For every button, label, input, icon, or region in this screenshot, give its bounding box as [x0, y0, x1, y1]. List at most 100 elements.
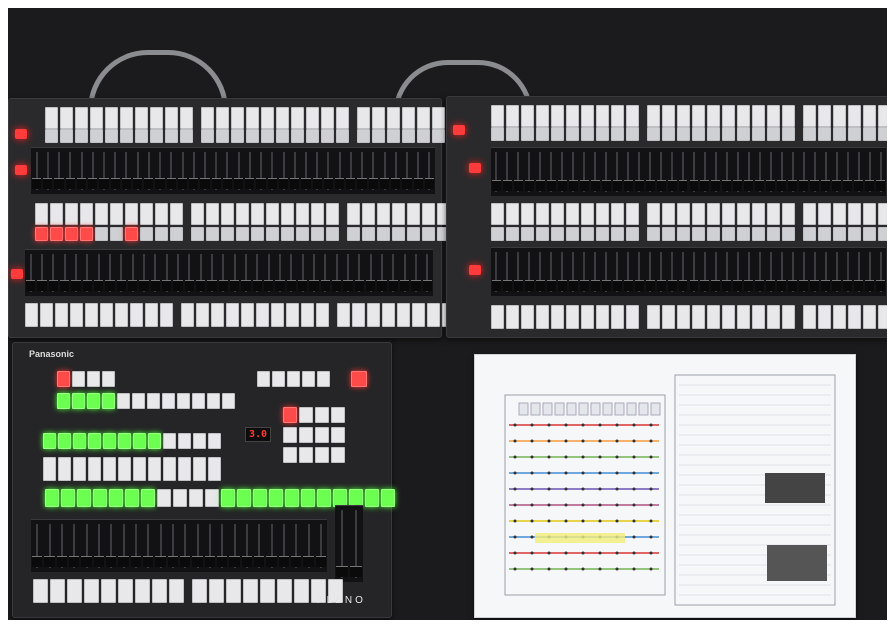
console-key[interactable]: [196, 303, 209, 327]
console-key[interactable]: [611, 227, 624, 241]
console-key[interactable]: [90, 107, 103, 129]
fader-cap[interactable]: [744, 180, 754, 191]
console-key[interactable]: [521, 127, 534, 141]
console-key[interactable]: [707, 105, 720, 127]
console-key[interactable]: [722, 127, 735, 141]
fader-cap[interactable]: [777, 180, 787, 191]
console-key[interactable]: [707, 227, 720, 241]
fader-cap[interactable]: [336, 566, 348, 577]
fader-cap[interactable]: [320, 280, 330, 291]
fader-cap[interactable]: [290, 178, 300, 189]
fader-cap[interactable]: [207, 280, 217, 291]
console-key[interactable]: [833, 227, 846, 241]
console-key[interactable]: [145, 303, 158, 327]
console-key[interactable]: [848, 227, 861, 241]
fader-cap[interactable]: [252, 280, 262, 291]
console-key[interactable]: [299, 407, 313, 423]
console-key[interactable]: [551, 227, 564, 241]
console-key[interactable]: [427, 303, 440, 327]
console-key[interactable]: [521, 305, 534, 329]
fader-cap[interactable]: [275, 280, 285, 291]
fader-cap[interactable]: [766, 280, 776, 291]
console-key[interactable]: [294, 579, 309, 603]
console-key[interactable]: [662, 203, 675, 225]
console-key[interactable]: [372, 107, 385, 129]
console-key[interactable]: [362, 203, 375, 225]
console-key[interactable]: [35, 227, 48, 241]
console-key[interactable]: [878, 203, 887, 225]
fader-cap[interactable]: [492, 280, 501, 291]
console-key[interactable]: [782, 203, 795, 225]
fader-cap[interactable]: [645, 180, 655, 191]
console-key[interactable]: [87, 393, 100, 409]
console-key[interactable]: [662, 305, 675, 329]
fader-cap[interactable]: [634, 180, 644, 191]
console-key[interactable]: [277, 579, 292, 603]
fader-cap[interactable]: [81, 556, 92, 567]
console-key[interactable]: [782, 227, 795, 241]
console-key[interactable]: [677, 105, 690, 127]
console-key[interactable]: [611, 105, 624, 127]
console-key[interactable]: [752, 105, 765, 127]
console-key[interactable]: [626, 127, 639, 141]
console-key[interactable]: [626, 105, 639, 127]
fader-cap[interactable]: [230, 280, 240, 291]
fader-cap[interactable]: [218, 280, 228, 291]
console-key[interactable]: [95, 227, 108, 241]
fader-cap[interactable]: [678, 180, 688, 191]
console-key[interactable]: [226, 303, 239, 327]
console-key[interactable]: [551, 305, 564, 329]
console-key[interactable]: [216, 129, 229, 143]
console-key[interactable]: [140, 227, 153, 241]
fader-cap[interactable]: [71, 280, 81, 291]
console-key[interactable]: [253, 489, 267, 507]
fader-cap[interactable]: [388, 280, 398, 291]
console-key[interactable]: [392, 227, 405, 241]
fader-cap[interactable]: [579, 180, 589, 191]
console-key[interactable]: [863, 227, 876, 241]
console-key[interactable]: [75, 129, 88, 143]
console-key[interactable]: [387, 129, 400, 143]
fader-cap[interactable]: [222, 178, 232, 189]
fader-cap[interactable]: [601, 180, 611, 191]
console-key[interactable]: [326, 227, 339, 241]
console-key[interactable]: [209, 579, 224, 603]
console-key[interactable]: [392, 203, 405, 225]
fader-cap[interactable]: [722, 180, 732, 191]
console-key[interactable]: [170, 227, 183, 241]
console-key[interactable]: [611, 305, 624, 329]
console-key[interactable]: [818, 227, 831, 241]
console-key[interactable]: [58, 457, 71, 481]
console-key[interactable]: [93, 489, 107, 507]
fader-cap[interactable]: [535, 180, 545, 191]
console-key[interactable]: [70, 303, 83, 327]
console-key[interactable]: [536, 127, 549, 141]
console-key[interactable]: [848, 105, 861, 127]
console-key[interactable]: [302, 371, 315, 387]
console-key[interactable]: [191, 227, 204, 241]
console-key[interactable]: [135, 129, 148, 143]
console-key[interactable]: [261, 129, 274, 143]
console-key[interactable]: [150, 107, 163, 129]
console-key[interactable]: [803, 305, 816, 329]
console-key[interactable]: [506, 227, 519, 241]
console-key[interactable]: [491, 105, 504, 127]
fader-cap[interactable]: [155, 178, 165, 189]
console-key[interactable]: [85, 303, 98, 327]
console-key[interactable]: [677, 127, 690, 141]
console-key[interactable]: [692, 105, 705, 127]
fader-cap[interactable]: [568, 280, 578, 291]
fader-cap[interactable]: [298, 280, 308, 291]
fader-cap[interactable]: [799, 180, 809, 191]
fader-cap[interactable]: [513, 180, 523, 191]
fader-cap[interactable]: [678, 280, 688, 291]
console-key[interactable]: [536, 305, 549, 329]
console-key[interactable]: [141, 489, 155, 507]
fader-cap[interactable]: [755, 180, 765, 191]
fader-cap[interactable]: [799, 280, 809, 291]
fader-cap[interactable]: [200, 178, 210, 189]
console-key[interactable]: [201, 129, 214, 143]
console-key[interactable]: [251, 227, 264, 241]
fader-cap[interactable]: [60, 280, 70, 291]
console-key[interactable]: [833, 105, 846, 127]
